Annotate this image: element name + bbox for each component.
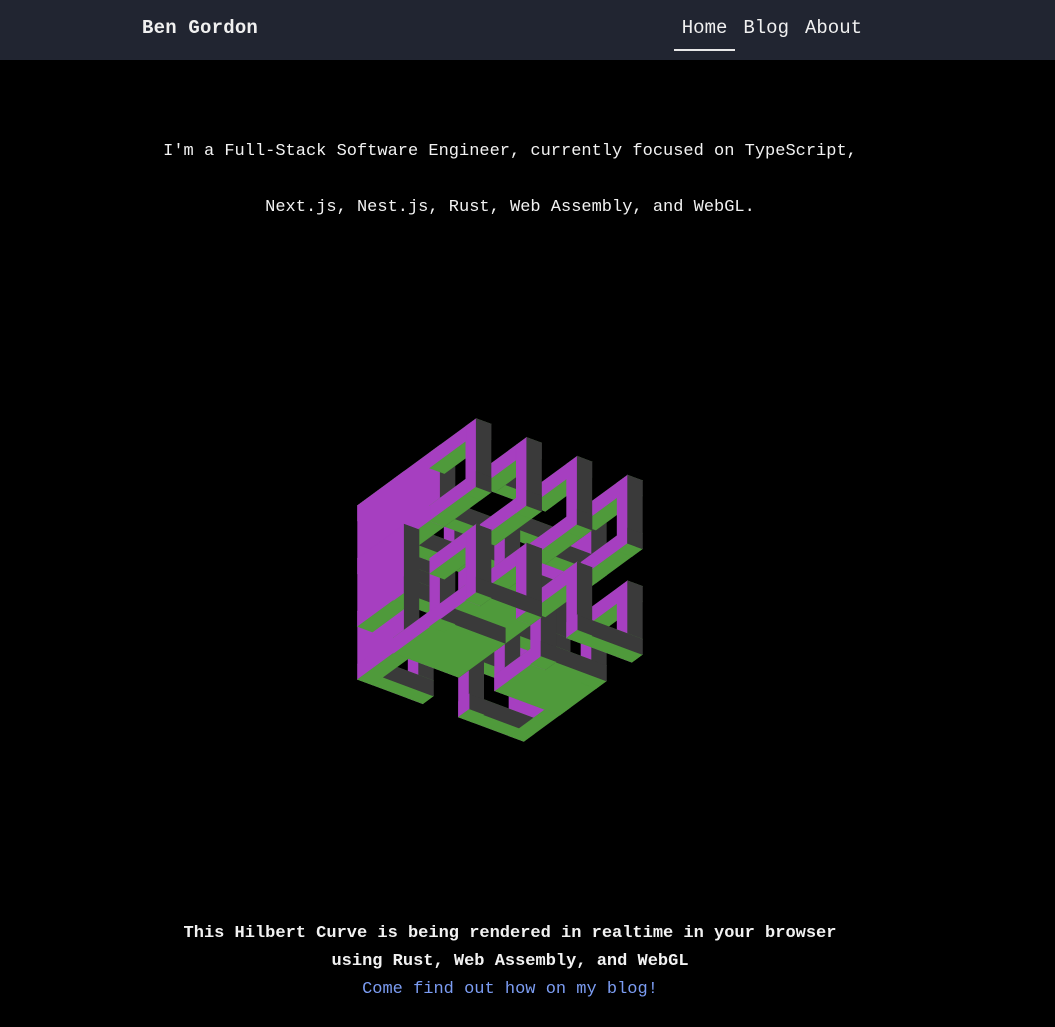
intro-line-1: I'm a Full-Stack Software Engineer, curr… — [163, 142, 857, 161]
caption-line-1: This Hilbert Curve is being rendered in … — [183, 924, 837, 943]
hilbert-segment-face — [465, 418, 477, 496]
nav-blog-link[interactable]: Blog — [735, 15, 797, 51]
nav-links: Home Blog About — [673, 15, 870, 51]
top-navbar: Ben Gordon Home Blog About — [0, 0, 1055, 60]
hilbert-curve-canvas[interactable] — [260, 330, 760, 830]
hilbert-segment-face — [515, 436, 528, 514]
render-caption: This Hilbert Curve is being rendered in … — [0, 920, 1020, 1004]
hilbert-segment-face — [465, 523, 477, 601]
hilbert-segment-face — [616, 474, 628, 552]
site-brand[interactable]: Ben Gordon — [142, 17, 258, 39]
intro-text: I'm a Full-Stack Software Engineer, curr… — [0, 110, 1020, 250]
hilbert-curve-render — [357, 418, 643, 742]
blog-cta-link[interactable]: Come find out how on my blog! — [0, 976, 1020, 1004]
nav-home-link[interactable]: Home — [673, 15, 736, 51]
nav-about-link[interactable]: About — [797, 15, 870, 51]
hilbert-segment-face — [566, 455, 578, 533]
caption-line-2: using Rust, Web Assembly, and WebGL — [331, 952, 689, 971]
intro-line-2: Next.js, Nest.js, Rust, Web Assembly, an… — [265, 198, 755, 217]
